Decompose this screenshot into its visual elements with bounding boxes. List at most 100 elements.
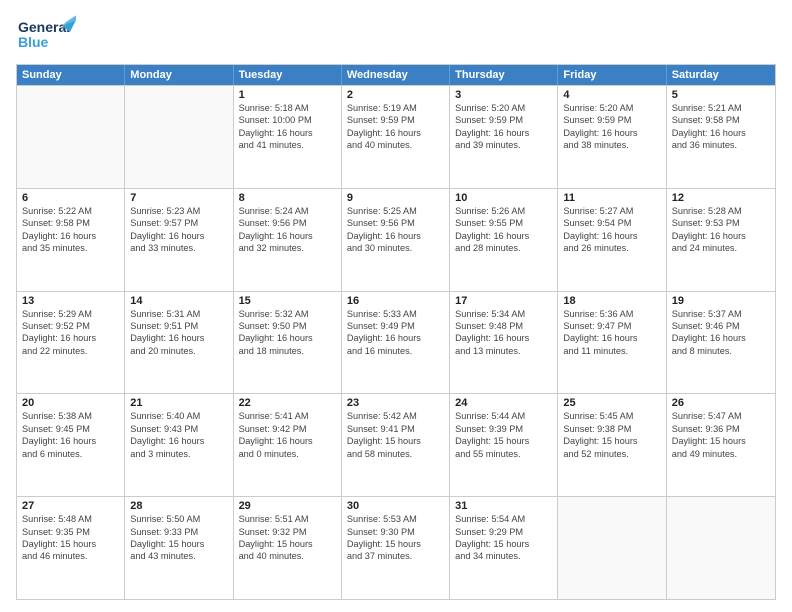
day-number: 11: [563, 192, 660, 204]
cell-info-line: Sunset: 9:57 PM: [130, 217, 227, 229]
cell-info-line: Daylight: 16 hours: [347, 127, 444, 139]
day-number: 30: [347, 500, 444, 512]
cell-info-line: Sunrise: 5:44 AM: [455, 410, 552, 422]
cell-info-line: Daylight: 15 hours: [455, 435, 552, 447]
day-number: 23: [347, 397, 444, 409]
cell-info-line: Sunset: 9:59 PM: [347, 114, 444, 126]
cell-info-line: Sunrise: 5:25 AM: [347, 205, 444, 217]
cell-info-line: Sunrise: 5:42 AM: [347, 410, 444, 422]
cell-info-line: Sunrise: 5:27 AM: [563, 205, 660, 217]
cell-info-line: Sunset: 9:55 PM: [455, 217, 552, 229]
cell-info-line: Daylight: 16 hours: [239, 127, 336, 139]
cell-info-line: Daylight: 16 hours: [672, 230, 770, 242]
cell-info-line: Daylight: 16 hours: [563, 127, 660, 139]
cell-info-line: Daylight: 16 hours: [22, 332, 119, 344]
cell-info-line: and 46 minutes.: [22, 550, 119, 562]
svg-text:General: General: [18, 19, 70, 35]
day-number: 16: [347, 295, 444, 307]
cell-info-line: Daylight: 16 hours: [563, 332, 660, 344]
cell-info-line: and 34 minutes.: [455, 550, 552, 562]
calendar-cell: 13Sunrise: 5:29 AMSunset: 9:52 PMDayligh…: [17, 292, 125, 394]
cell-info-line: Daylight: 16 hours: [22, 435, 119, 447]
day-number: 10: [455, 192, 552, 204]
cell-info-line: Sunset: 9:58 PM: [22, 217, 119, 229]
cell-info-line: Sunrise: 5:36 AM: [563, 308, 660, 320]
svg-text:Blue: Blue: [18, 34, 49, 50]
cell-info-line: Sunrise: 5:33 AM: [347, 308, 444, 320]
day-number: 3: [455, 89, 552, 101]
cell-info-line: Sunset: 9:47 PM: [563, 320, 660, 332]
cell-info-line: Sunrise: 5:37 AM: [672, 308, 770, 320]
cell-info-line: Sunrise: 5:38 AM: [22, 410, 119, 422]
cell-info-line: Sunrise: 5:48 AM: [22, 513, 119, 525]
calendar-cell: 10Sunrise: 5:26 AMSunset: 9:55 PMDayligh…: [450, 189, 558, 291]
calendar-cell: 6Sunrise: 5:22 AMSunset: 9:58 PMDaylight…: [17, 189, 125, 291]
cell-info-line: Sunset: 9:43 PM: [130, 423, 227, 435]
cell-info-line: Sunrise: 5:18 AM: [239, 102, 336, 114]
calendar-cell: 26Sunrise: 5:47 AMSunset: 9:36 PMDayligh…: [667, 394, 775, 496]
day-number: 21: [130, 397, 227, 409]
cell-info-line: Daylight: 16 hours: [130, 435, 227, 447]
calendar-cell: 31Sunrise: 5:54 AMSunset: 9:29 PMDayligh…: [450, 497, 558, 599]
cell-info-line: and 18 minutes.: [239, 345, 336, 357]
cell-info-line: Sunrise: 5:21 AM: [672, 102, 770, 114]
cell-info-line: Daylight: 16 hours: [347, 332, 444, 344]
cell-info-line: Daylight: 15 hours: [672, 435, 770, 447]
calendar-row: 6Sunrise: 5:22 AMSunset: 9:58 PMDaylight…: [17, 188, 775, 291]
day-number: 14: [130, 295, 227, 307]
day-number: 15: [239, 295, 336, 307]
calendar-cell: 28Sunrise: 5:50 AMSunset: 9:33 PMDayligh…: [125, 497, 233, 599]
calendar-cell: 27Sunrise: 5:48 AMSunset: 9:35 PMDayligh…: [17, 497, 125, 599]
calendar-cell: [17, 86, 125, 188]
cell-info-line: Sunset: 9:29 PM: [455, 526, 552, 538]
cell-info-line: and 26 minutes.: [563, 242, 660, 254]
weekday-header: Monday: [125, 65, 233, 85]
day-number: 27: [22, 500, 119, 512]
cell-info-line: Sunrise: 5:51 AM: [239, 513, 336, 525]
cell-info-line: Sunset: 9:39 PM: [455, 423, 552, 435]
cell-info-line: Daylight: 16 hours: [455, 127, 552, 139]
calendar-cell: 29Sunrise: 5:51 AMSunset: 9:32 PMDayligh…: [234, 497, 342, 599]
cell-info-line: Sunrise: 5:40 AM: [130, 410, 227, 422]
calendar-row: 13Sunrise: 5:29 AMSunset: 9:52 PMDayligh…: [17, 291, 775, 394]
cell-info-line: Sunrise: 5:23 AM: [130, 205, 227, 217]
cell-info-line: Daylight: 16 hours: [455, 230, 552, 242]
cell-info-line: and 16 minutes.: [347, 345, 444, 357]
cell-info-line: Sunrise: 5:29 AM: [22, 308, 119, 320]
cell-info-line: and 40 minutes.: [347, 139, 444, 151]
cell-info-line: Daylight: 15 hours: [130, 538, 227, 550]
cell-info-line: Sunrise: 5:53 AM: [347, 513, 444, 525]
cell-info-line: and 6 minutes.: [22, 448, 119, 460]
calendar-cell: 19Sunrise: 5:37 AMSunset: 9:46 PMDayligh…: [667, 292, 775, 394]
cell-info-line: Sunset: 9:41 PM: [347, 423, 444, 435]
cell-info-line: Sunset: 9:42 PM: [239, 423, 336, 435]
cell-info-line: Daylight: 16 hours: [130, 230, 227, 242]
cell-info-line: Daylight: 15 hours: [455, 538, 552, 550]
day-number: 7: [130, 192, 227, 204]
logo: General Blue: [16, 12, 76, 56]
calendar-cell: [558, 497, 666, 599]
calendar-row: 20Sunrise: 5:38 AMSunset: 9:45 PMDayligh…: [17, 393, 775, 496]
day-number: 19: [672, 295, 770, 307]
cell-info-line: and 38 minutes.: [563, 139, 660, 151]
weekday-header: Thursday: [450, 65, 558, 85]
cell-info-line: Sunset: 9:32 PM: [239, 526, 336, 538]
cell-info-line: Sunset: 9:38 PM: [563, 423, 660, 435]
calendar-cell: 4Sunrise: 5:20 AMSunset: 9:59 PMDaylight…: [558, 86, 666, 188]
cell-info-line: and 0 minutes.: [239, 448, 336, 460]
calendar-cell: 21Sunrise: 5:40 AMSunset: 9:43 PMDayligh…: [125, 394, 233, 496]
day-number: 18: [563, 295, 660, 307]
calendar-cell: 3Sunrise: 5:20 AMSunset: 9:59 PMDaylight…: [450, 86, 558, 188]
day-number: 5: [672, 89, 770, 101]
cell-info-line: Sunrise: 5:24 AM: [239, 205, 336, 217]
cell-info-line: Sunset: 9:48 PM: [455, 320, 552, 332]
cell-info-line: and 41 minutes.: [239, 139, 336, 151]
cell-info-line: and 22 minutes.: [22, 345, 119, 357]
page: General Blue SundayMondayTuesdayWednesda…: [0, 0, 792, 612]
cell-info-line: Sunset: 9:56 PM: [239, 217, 336, 229]
cell-info-line: Sunset: 9:58 PM: [672, 114, 770, 126]
cell-info-line: and 58 minutes.: [347, 448, 444, 460]
weekday-header: Wednesday: [342, 65, 450, 85]
cell-info-line: Sunrise: 5:28 AM: [672, 205, 770, 217]
day-number: 12: [672, 192, 770, 204]
